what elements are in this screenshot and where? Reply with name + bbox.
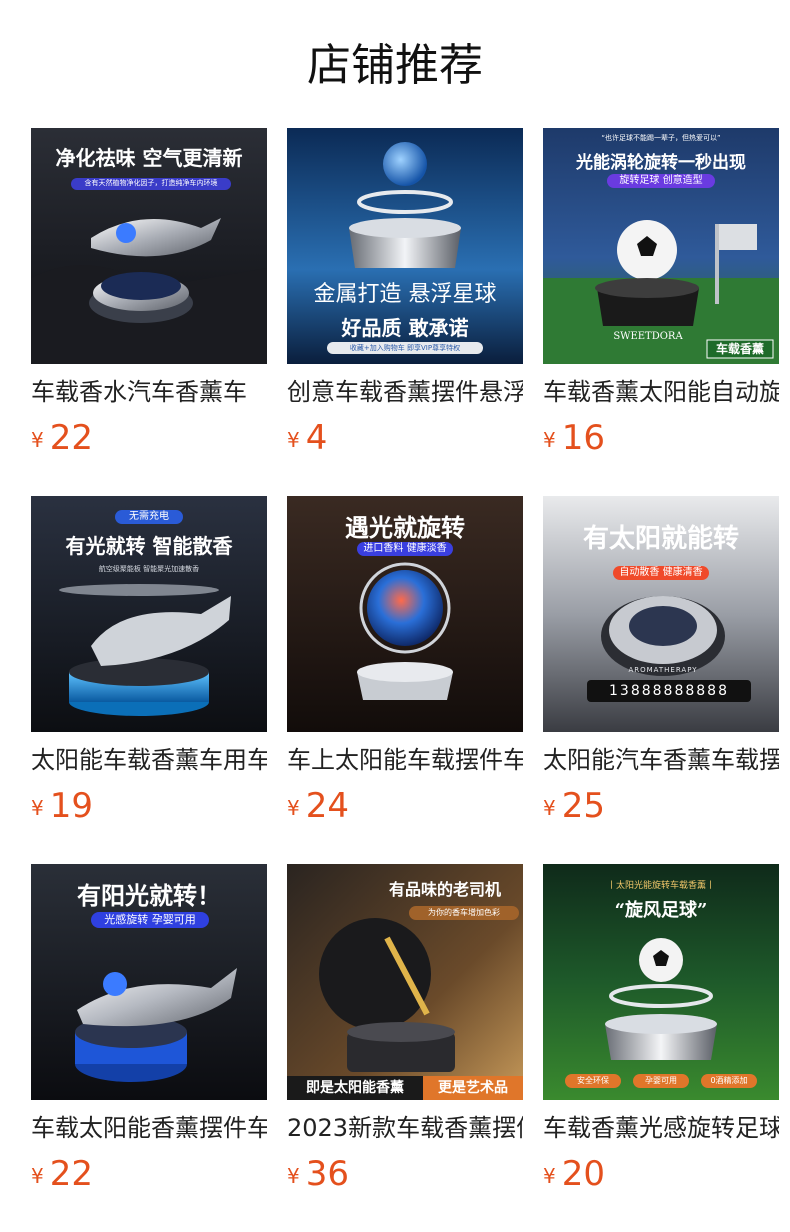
image-subtitle: 进口香料 健康淡香	[363, 543, 447, 554]
currency-symbol: ¥	[287, 428, 300, 452]
image-headline: 有阳光就转！	[77, 882, 221, 910]
currency-symbol: ¥	[287, 1164, 300, 1188]
image-footer: 收藏+加入购物车 即享VIP尊享特权	[349, 344, 461, 352]
image-subtitle: 自动散香 健康清香	[619, 567, 703, 578]
image-headline: 光能涡轮旋转一秒出现	[576, 153, 746, 173]
product-name[interactable]: 创意车载香薰摆件悬浮	[287, 372, 523, 412]
image-subtitle: 航空级聚能板 智能聚光加速散香	[98, 565, 200, 573]
image-headline: 有光就转 智能散香	[65, 534, 233, 558]
image-tag: 孕婴可用	[645, 1076, 677, 1085]
image-headline: 有太阳就能转	[582, 524, 739, 554]
product-name[interactable]: 太阳能汽车香薰车载摆	[543, 740, 779, 780]
product-image[interactable]: 遇光就旋转 进口香料 健康淡香	[287, 496, 523, 732]
product-price: ¥19	[31, 784, 93, 828]
price-amount: 16	[561, 418, 605, 458]
price-amount: 25	[561, 786, 605, 826]
currency-symbol: ¥	[31, 796, 44, 820]
product-name[interactable]: 车上太阳能车载摆件车	[287, 740, 523, 780]
image-subtitle: 旋转足球 创意造型	[619, 175, 703, 186]
product-name[interactable]: 车载太阳能香薰摆件车	[31, 1108, 267, 1148]
product-name[interactable]: 车载香薰光感旋转足球	[543, 1108, 779, 1148]
brand-logo: AROMATHERAPY	[628, 666, 698, 674]
page-title: 店铺推荐	[307, 40, 483, 91]
image-headline: “旋风足球”	[614, 900, 708, 921]
phone-plate: 13888888888	[609, 683, 729, 699]
image-headline: 金属打造 悬浮星球	[313, 282, 497, 307]
currency-symbol: ¥	[543, 428, 556, 452]
image-subtitle: 好品质 敢承诺	[341, 316, 469, 340]
image-subtitle: 为你的香车增加色彩	[428, 908, 500, 917]
image-headline: 遇光就旋转	[345, 514, 465, 542]
product-price: ¥4	[287, 416, 327, 460]
image-headline: 有品味的老司机	[388, 880, 501, 899]
product-price: ¥16	[543, 416, 605, 460]
image-tag: 0酒精添加	[710, 1076, 748, 1085]
image-tagline: “也许足球不能踢一辈子，但热爱可以”	[601, 134, 721, 142]
product-price: ¥36	[287, 1152, 349, 1196]
price-amount: 4	[305, 418, 328, 458]
image-badge: 车载香薰	[715, 342, 764, 356]
currency-symbol: ¥	[31, 1164, 44, 1188]
brand-logo: SWEETDORA	[613, 331, 683, 342]
product-image[interactable]: 有太阳就能转 自动散香 健康清香 AROMATHERAPY 1388888888…	[543, 496, 779, 732]
product-grid: 净化祛味 空气更清新 含有天然植物净化因子，打造纯净车内环境 车载香水汽车香薰车…	[31, 128, 779, 1228]
image-pill: 无需充电	[129, 511, 169, 522]
price-amount: 22	[49, 418, 93, 458]
product-image[interactable]: 金属打造 悬浮星球 好品质 敢承诺 收藏+加入购物车 即享VIP尊享特权	[287, 128, 523, 364]
image-footer-left: 即是太阳能香薰	[306, 1080, 404, 1096]
image-subtitle: 含有天然植物净化因子，打造纯净车内环境	[84, 179, 218, 187]
currency-symbol: ¥	[543, 1164, 556, 1188]
image-tagline: 丨太阳光能旋转车载香薰丨	[606, 881, 715, 891]
image-tag: 安全环保	[577, 1076, 609, 1085]
product-price: ¥20	[543, 1152, 605, 1196]
product-image[interactable]: 丨太阳光能旋转车载香薰丨 “旋风足球” 安全环保 孕婴可用 0酒精添加	[543, 864, 779, 1100]
product-name[interactable]: 太阳能车载香薰车用车	[31, 740, 267, 780]
product-image[interactable]: 无需充电 有光就转 智能散香 航空级聚能板 智能聚光加速散香	[31, 496, 267, 732]
product-image[interactable]: 有品味的老司机 为你的香车增加色彩 即是太阳能香薰 更是艺术品	[287, 864, 523, 1100]
currency-symbol: ¥	[543, 796, 556, 820]
image-subtitle: 光感旋转 孕婴可用	[104, 913, 196, 926]
product-price: ¥22	[31, 1152, 93, 1196]
price-amount: 24	[305, 786, 349, 826]
price-amount: 19	[49, 786, 93, 826]
image-headline: 净化祛味 空气更清新	[55, 146, 243, 170]
image-footer-right: 更是艺术品	[438, 1080, 508, 1096]
product-image[interactable]: 净化祛味 空气更清新 含有天然植物净化因子，打造纯净车内环境	[31, 128, 267, 364]
product-price: ¥24	[287, 784, 349, 828]
price-amount: 36	[305, 1154, 349, 1194]
product-image[interactable]: 有阳光就转！ 光感旋转 孕婴可用	[31, 864, 267, 1100]
price-amount: 20	[561, 1154, 605, 1194]
product-price: ¥22	[31, 416, 93, 460]
product-name[interactable]: 2023新款车载香薰摆件	[287, 1108, 523, 1148]
currency-symbol: ¥	[31, 428, 44, 452]
product-image[interactable]: “也许足球不能踢一辈子，但热爱可以” 光能涡轮旋转一秒出现 旋转足球 创意造型 …	[543, 128, 779, 364]
product-price: ¥25	[543, 784, 605, 828]
product-name[interactable]: 车载香薰太阳能自动旋	[543, 372, 779, 412]
product-name[interactable]: 车载香水汽车香薰车	[31, 372, 267, 412]
price-amount: 22	[49, 1154, 93, 1194]
currency-symbol: ¥	[287, 796, 300, 820]
